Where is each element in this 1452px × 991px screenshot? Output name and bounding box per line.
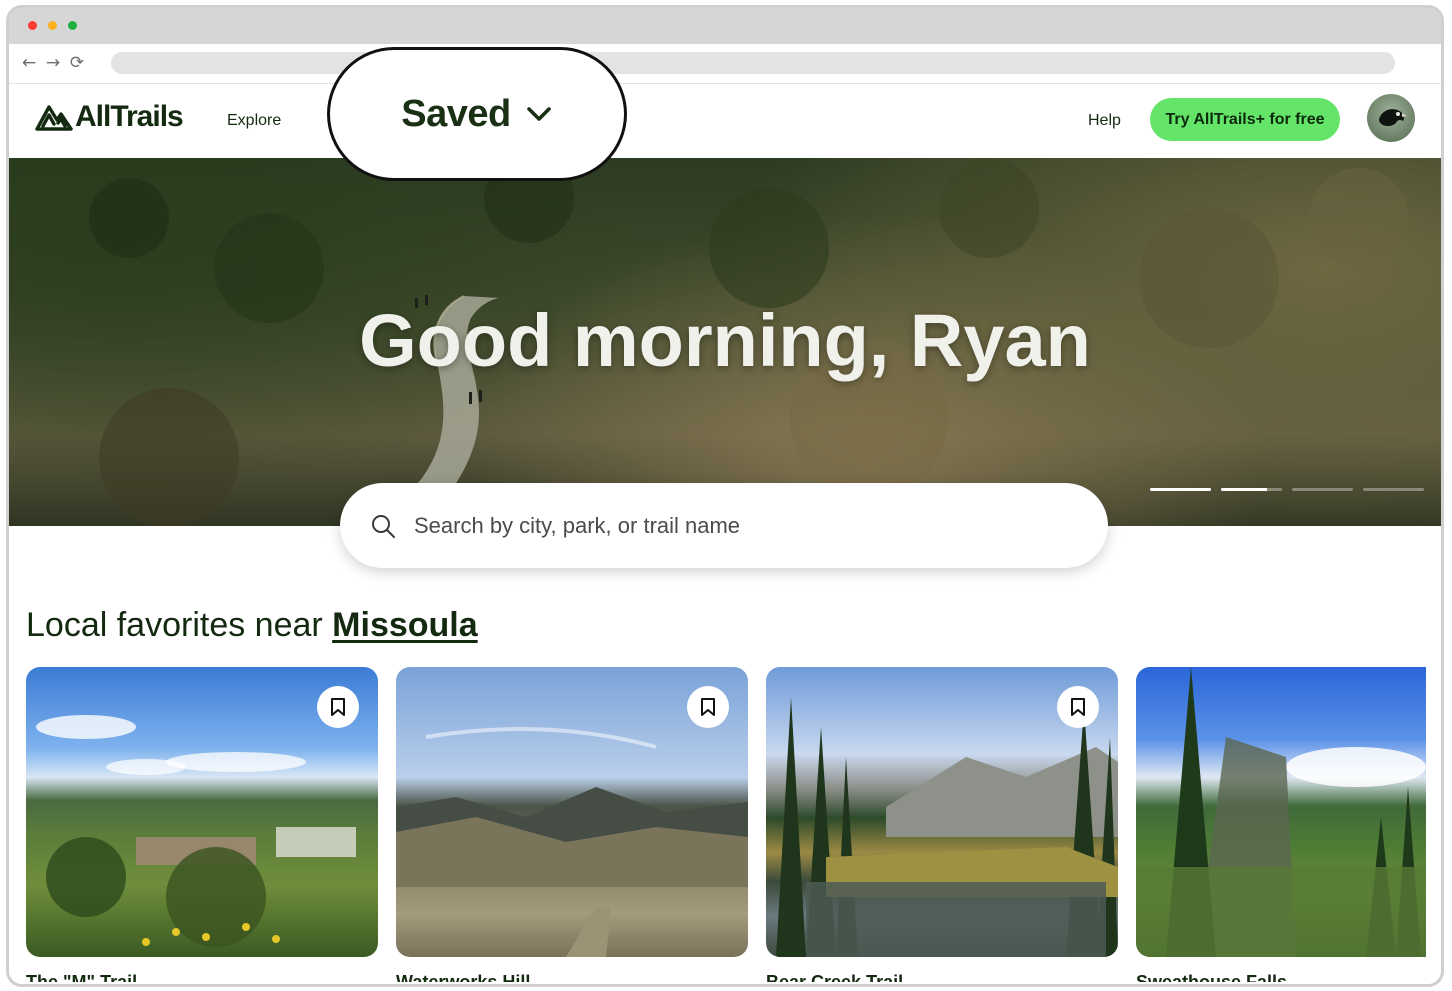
trail-card-2[interactable] [396, 667, 748, 957]
maximize-window-button[interactable] [68, 21, 77, 30]
bookmark-icon [701, 698, 715, 716]
browser-window: ← → ⟳ AllTrails Explore Help Try AllTrai… [6, 5, 1444, 987]
local-favorites-prefix: Local favorites near [26, 606, 333, 644]
local-favorites-heading: Local favorites near Missoula [26, 606, 478, 645]
hero-banner: Good morning, Ryan [9, 158, 1441, 526]
user-avatar[interactable] [1367, 94, 1415, 142]
search-icon [372, 514, 395, 538]
close-window-button[interactable] [28, 21, 37, 30]
nav-explore[interactable]: Explore [227, 112, 281, 130]
browser-toolbar: ← → ⟳ [9, 44, 1441, 84]
save-trail-button[interactable] [687, 686, 729, 728]
back-arrow-icon[interactable]: ← [19, 53, 39, 73]
bookmark-icon [331, 698, 345, 716]
save-trail-button[interactable] [317, 686, 359, 728]
forward-arrow-icon[interactable]: → [43, 53, 63, 73]
location-link[interactable]: Missoula [332, 606, 477, 644]
minimize-window-button[interactable] [48, 21, 57, 30]
alltrails-logo[interactable]: AllTrails [35, 100, 184, 134]
bookmark-icon [1071, 698, 1085, 716]
mountain-logo-icon [35, 105, 73, 131]
search-bar[interactable] [340, 483, 1108, 568]
carousel-segment-3[interactable] [1292, 488, 1353, 491]
save-trail-button[interactable] [1057, 686, 1099, 728]
trail-card-3[interactable] [766, 667, 1118, 957]
search-input[interactable] [414, 512, 1054, 539]
site-header: AllTrails Explore Help Try AllTrails+ fo… [9, 84, 1441, 158]
carousel-segment-4[interactable] [1363, 488, 1424, 491]
saved-menu-label: Saved [401, 92, 511, 135]
trail-card-name[interactable]: Waterworks Hill [396, 968, 530, 982]
reload-icon[interactable]: ⟳ [67, 53, 87, 73]
greeting-heading: Good morning, Ryan [359, 299, 1091, 382]
hero-carousel-indicator [1150, 488, 1424, 491]
carousel-segment-1[interactable] [1150, 488, 1211, 491]
logo-text: AllTrails [75, 100, 184, 133]
saved-menu-callout[interactable]: Saved [327, 47, 627, 181]
trail-card-name[interactable]: Sweathouse Falls [1136, 968, 1287, 982]
carousel-segment-fill [1150, 488, 1211, 491]
try-alltrails-plus-button[interactable]: Try AllTrails+ for free [1150, 98, 1340, 141]
trail-photo [1136, 667, 1426, 957]
trail-card-1[interactable] [26, 667, 378, 957]
carousel-segment-2[interactable] [1221, 488, 1282, 491]
address-bar[interactable] [111, 52, 1395, 74]
nav-help[interactable]: Help [1088, 112, 1121, 130]
eagle-avatar-icon [1379, 109, 1407, 127]
trail-card-4[interactable] [1136, 667, 1426, 957]
chevron-down-icon [526, 107, 551, 121]
trail-card-name[interactable]: The "M" Trail [26, 968, 137, 982]
trail-card-name[interactable]: Bear Creek Trail [766, 968, 903, 982]
carousel-segment-fill [1221, 488, 1267, 491]
browser-titlebar [9, 8, 1441, 44]
